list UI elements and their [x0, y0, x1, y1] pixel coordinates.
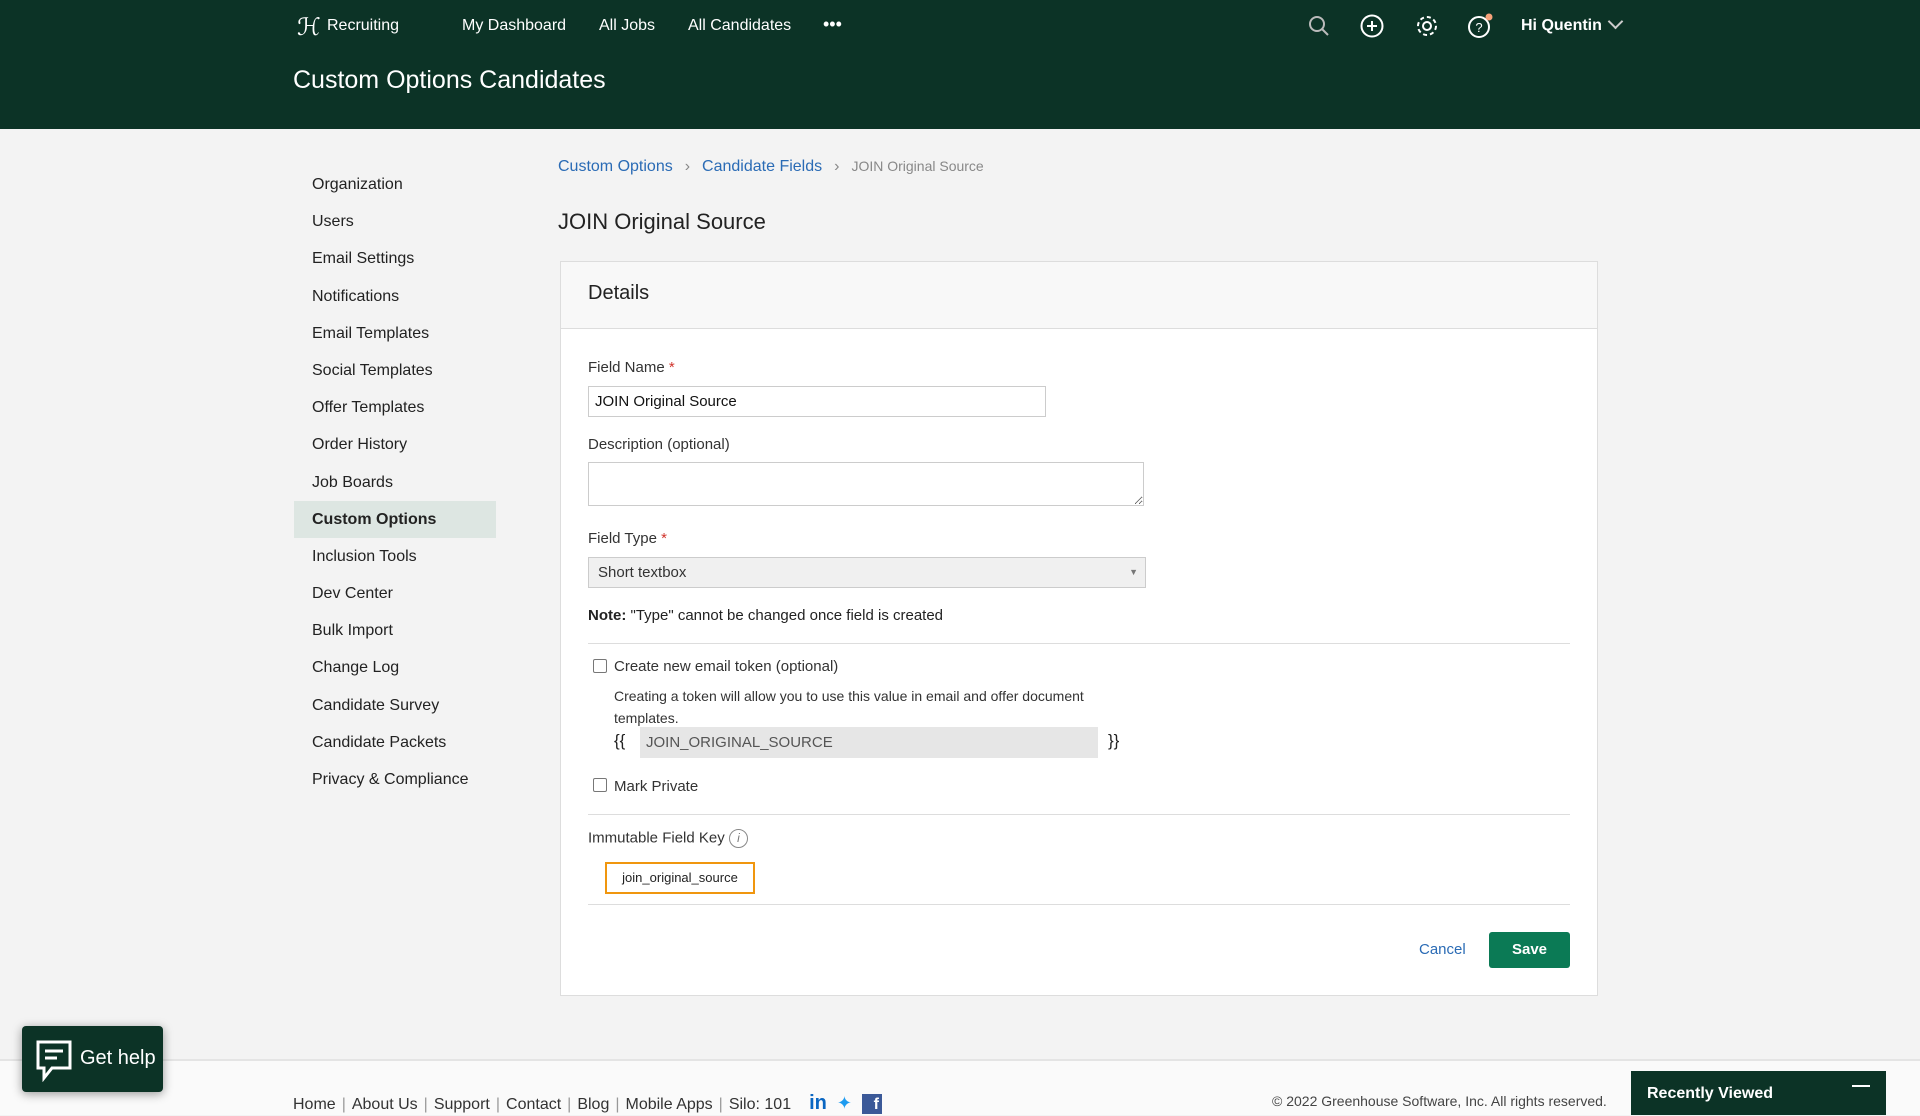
page-header-title: Custom Options Candidates [293, 66, 606, 94]
chevron-down-icon[interactable] [1607, 13, 1624, 30]
details-card: Details Field Name * Description (option… [560, 261, 1598, 996]
divider [588, 643, 1570, 644]
info-icon[interactable]: i [728, 829, 748, 848]
sidebar-item-email-templates[interactable]: Email Templates [294, 315, 496, 352]
sidebar-item-candidate-survey[interactable]: Candidate Survey [294, 687, 496, 724]
twitter-icon[interactable]: ✦ [837, 1093, 852, 1113]
footer-link-about-us[interactable]: About Us [352, 1096, 418, 1113]
sidebar-item-bulk-import[interactable]: Bulk Import [294, 612, 496, 649]
footer-links: Home | About Us | Support | Contact | Blog | Mobil… [293, 1092, 882, 1115]
breadcrumb-current: JOIN Original Source [851, 158, 984, 174]
sidebar-item-order-history[interactable]: Order History [294, 426, 496, 463]
email-token-help: Creating a token will allow you to use t… [614, 688, 1084, 726]
separator: | [341, 1096, 346, 1113]
facebook-icon[interactable]: f [861, 1094, 882, 1114]
linkedin-icon[interactable]: in [809, 1092, 827, 1114]
sidebar-item-candidate-packets[interactable]: Candidate Packets [294, 724, 496, 761]
type-note: Note: "Type" cannot be changed once fiel… [588, 607, 944, 624]
nav-all-candidates[interactable]: All Candidates [688, 17, 791, 35]
search-icon[interactable] [1308, 15, 1330, 37]
copyright: © 2022 Greenhouse Software, Inc. All rig… [1272, 1093, 1607, 1109]
mark-private-label: Mark Private [614, 778, 699, 795]
add-icon[interactable] [1360, 14, 1384, 38]
top-header: ℋ Recruiting My Dashboard All Jobs All C… [0, 0, 1920, 129]
breadcrumb-separator: › [834, 158, 840, 175]
sidebar-item-notifications[interactable]: Notifications [294, 278, 496, 315]
email-token-checkbox[interactable] [593, 659, 607, 673]
field-name-input[interactable] [588, 386, 1046, 417]
user-menu[interactable]: Hi Quentin [1521, 17, 1602, 35]
get-help-button[interactable]: Get help [22, 1026, 163, 1092]
svg-text:?: ? [1475, 20, 1482, 35]
footer-link-contact[interactable]: Contact [506, 1096, 561, 1113]
recently-viewed-label: Recently Viewed [1647, 1085, 1773, 1102]
chat-icon [36, 1040, 72, 1082]
immutable-key-value: join_original_source [605, 862, 755, 894]
token-close-brace: }} [1108, 731, 1120, 750]
field-name-label: Field Name * [588, 359, 675, 376]
sidebar-item-job-boards[interactable]: Job Boards [294, 464, 496, 501]
sidebar-item-organization[interactable]: Organization [294, 166, 496, 203]
separator: | [423, 1096, 428, 1113]
separator: | [615, 1096, 620, 1113]
breadcrumb-candidate-fields[interactable]: Candidate Fields [702, 158, 822, 175]
separator: | [718, 1096, 723, 1113]
get-help-label: Get help [80, 1047, 156, 1069]
sidebar-item-dev-center[interactable]: Dev Center [294, 575, 496, 612]
app-name[interactable]: Recruiting [327, 17, 399, 35]
nav-all-jobs[interactable]: All Jobs [599, 17, 655, 35]
mark-private-checkbox[interactable] [593, 778, 607, 792]
sidebar-item-privacy-compliance[interactable]: Privacy & Compliance [294, 761, 496, 798]
breadcrumb-custom-options[interactable]: Custom Options [558, 158, 673, 175]
field-type-label: Field Type * [588, 530, 667, 547]
dropdown-arrow-icon: ▼ [1129, 567, 1138, 577]
breadcrumb-separator: › [684, 158, 691, 175]
cancel-button[interactable]: Cancel [1419, 941, 1466, 958]
email-token-input [640, 727, 1098, 758]
divider [588, 814, 1570, 815]
sidebar-item-users[interactable]: Users [294, 203, 496, 240]
sidebar: Organization Users Email Settings Notificat… [294, 166, 496, 798]
sidebar-item-social-templates[interactable]: Social Templates [294, 352, 496, 389]
field-type-select[interactable]: Short textbox ▼ [588, 557, 1146, 588]
breadcrumb: Custom Options › Candidate Fields › JOIN Ori… [558, 158, 984, 176]
sidebar-item-change-log[interactable]: Change Log [294, 649, 496, 686]
field-type-value: Short textbox [598, 564, 687, 581]
more-menu-icon[interactable]: ••• [823, 14, 842, 35]
page-title: JOIN Original Source [558, 209, 766, 234]
divider [588, 904, 1570, 905]
footer-link-home[interactable]: Home [293, 1096, 336, 1113]
help-icon[interactable]: ? [1467, 13, 1493, 39]
description-label: Description (optional) [588, 436, 730, 453]
separator: | [495, 1096, 501, 1113]
immutable-key-label: Immutable Field Key i [588, 829, 748, 848]
sidebar-item-offer-templates[interactable]: Offer Templates [294, 389, 496, 426]
email-token-label: Create new email token (optional) [614, 658, 839, 675]
gear-icon[interactable] [1414, 13, 1440, 39]
save-button[interactable]: Save [1489, 932, 1570, 968]
footer-link-mobile-apps[interactable]: Mobile Apps [626, 1096, 713, 1113]
sidebar-item-inclusion-tools[interactable]: Inclusion Tools [294, 538, 496, 575]
separator: | [567, 1096, 572, 1113]
token-open-brace: {{ [614, 731, 626, 750]
description-textarea[interactable] [588, 462, 1144, 506]
recently-viewed-panel[interactable]: Recently Viewed [1631, 1071, 1886, 1115]
card-title: Details [561, 262, 1597, 329]
greenhouse-logo-icon[interactable]: ℋ [297, 13, 321, 42]
footer-link-support[interactable]: Support [434, 1096, 490, 1113]
minimize-icon[interactable] [1852, 1085, 1870, 1087]
nav-my-dashboard[interactable]: My Dashboard [462, 17, 566, 35]
sidebar-item-custom-options[interactable]: Custom Options [294, 500, 496, 538]
silo-label: Silo: 101 [728, 1096, 792, 1113]
footer-link-blog[interactable]: Blog [577, 1096, 609, 1113]
sidebar-item-email-settings[interactable]: Email Settings [294, 240, 496, 277]
